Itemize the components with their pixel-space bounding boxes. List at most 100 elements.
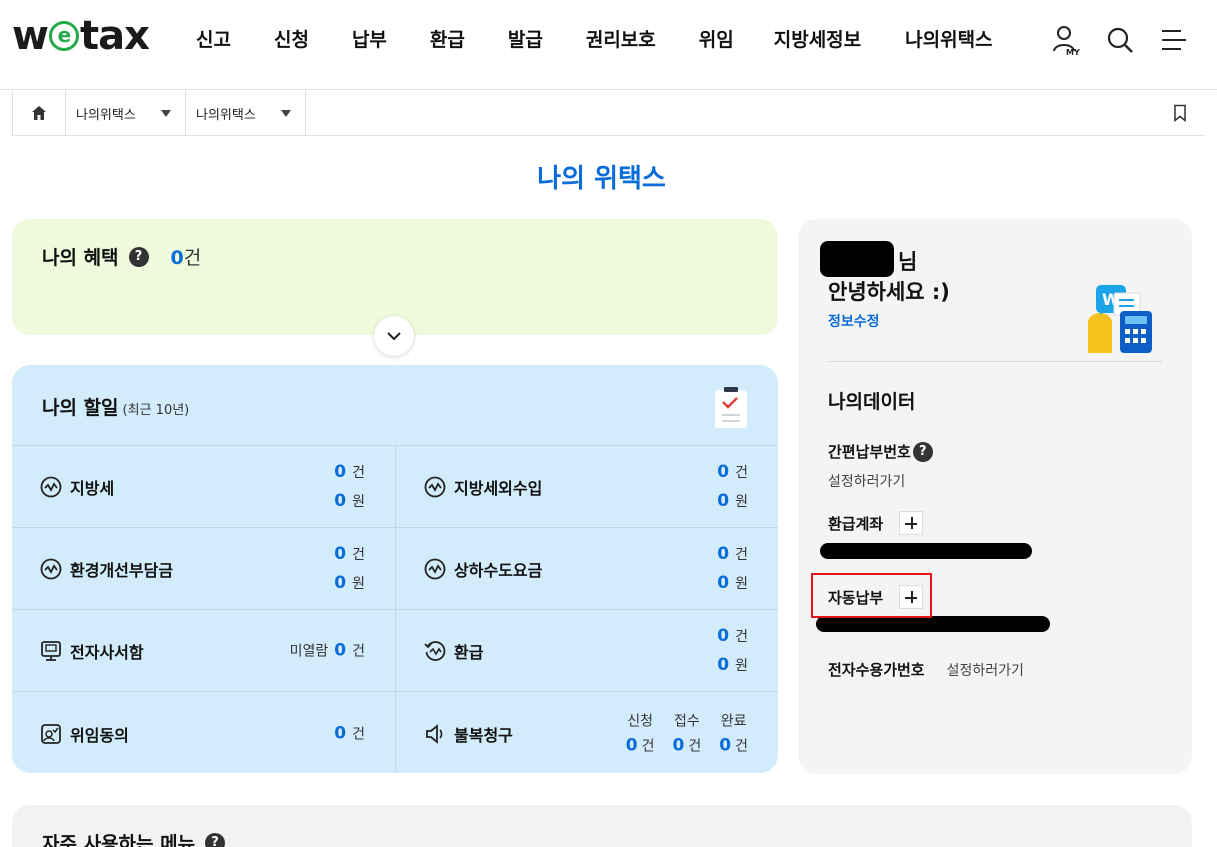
count-num: 0: [717, 461, 730, 482]
home-icon[interactable]: [12, 91, 66, 135]
todo-item-label: 환급: [424, 639, 483, 663]
todo-values: 0건 0원: [717, 540, 748, 598]
wave-circle-icon: [424, 476, 446, 497]
todo-label-text: 전자사서함: [70, 642, 144, 662]
nav-my-wetax[interactable]: 나의위택스: [905, 26, 992, 54]
help-icon[interactable]: ?: [128, 246, 149, 267]
easy-pay-setup-link[interactable]: 설정하러가기: [828, 471, 905, 491]
count-unit: 건: [352, 464, 365, 481]
claim-head: 접수: [674, 713, 700, 729]
todo-values: 0건 0원: [717, 458, 748, 516]
todo-item-label: 지방세외수입: [424, 475, 542, 499]
todo-objection-claim[interactable]: 불복청구 신청 0 건 접수 0 건 완료 0 건: [395, 692, 778, 773]
todo-subtitle: (최근 10년): [122, 403, 190, 418]
redacted-name: [820, 241, 894, 277]
todo-delegation-consent[interactable]: 위임동의 0건: [12, 692, 395, 773]
main-nav: 신고 신청 납부 환급 발급 권리보호 위임 지방세정보 나의위택스: [196, 26, 993, 54]
amount-unit: 원: [735, 493, 748, 510]
nav-local-tax-info[interactable]: 지방세정보: [774, 26, 861, 54]
count-unit: 건: [735, 628, 748, 645]
nav-apply[interactable]: 신청: [274, 26, 309, 54]
clipboard-icon: [714, 387, 748, 433]
todo-title: 나의 할일 (최근 10년): [42, 393, 189, 420]
e-consent-row: 전자수용가번호 설정하러가기: [828, 659, 1024, 680]
benefit-count: 0건: [171, 243, 202, 270]
search-icon[interactable]: [1105, 24, 1135, 56]
todo-row: 환경개선부담금 0건 0원 상하수도요금 0건 0원: [12, 527, 778, 609]
amount-num: 0: [717, 572, 730, 593]
todo-local-tax[interactable]: 지방세 0건 0원: [12, 446, 395, 527]
todo-label-text: 위임동의: [70, 725, 129, 745]
todo-label-text: 지방세: [70, 478, 115, 498]
breadcrumb-dropdown-2[interactable]: 나의위택스: [186, 91, 306, 135]
todo-water-fee[interactable]: 상하수도요금 0건 0원: [395, 528, 778, 609]
nav-refund[interactable]: 환급: [430, 26, 465, 54]
todo-header: 나의 할일 (최근 10년): [12, 365, 778, 445]
user-panel: 님 안녕하세요 :) 정보수정 W 나의데이터 간편납부번호 ? 설정하러가기 …: [798, 219, 1192, 774]
todo-non-tax-revenue[interactable]: 지방세외수입 0건 0원: [395, 446, 778, 527]
count-num: 0: [672, 735, 685, 755]
amount-unit: 원: [735, 657, 748, 674]
benefit-title-row: 나의 혜택 ? 0건: [42, 243, 201, 270]
refund-account-row: 환급계좌: [828, 511, 924, 535]
divider: [828, 361, 1162, 362]
wave-circle-icon: [40, 558, 62, 579]
count-num: 0: [334, 461, 347, 482]
todo-label-text: 상하수도요금: [454, 560, 543, 580]
claim-received: 접수 0 건: [673, 709, 702, 758]
todo-item-label: 상하수도요금: [424, 557, 542, 581]
count-unit: 건: [735, 738, 748, 754]
todo-label-text: 환급: [454, 642, 484, 662]
header-icons: MY: [1051, 24, 1189, 57]
help-icon[interactable]: ?: [205, 832, 226, 847]
monitor-icon: [41, 640, 61, 661]
chevron-down-icon: [281, 109, 291, 117]
menu-icon[interactable]: [1159, 24, 1189, 56]
todo-values: 0건: [334, 722, 365, 745]
nav-report[interactable]: 신고: [196, 26, 231, 54]
todo-title-text: 나의 할일: [42, 397, 119, 419]
add-refund-account-icon[interactable]: [899, 511, 924, 535]
chevron-down-icon: [161, 109, 171, 117]
my-icon[interactable]: MY: [1051, 24, 1081, 57]
count-unit: 건: [352, 643, 365, 659]
todo-row: 지방세 0건 0원 지방세외수입 0건 0원: [12, 445, 778, 527]
claim-head: 신청: [627, 713, 654, 729]
todo-grid: 지방세 0건 0원 지방세외수입 0건 0원 환경개선부담금 0 건 0 원 상…: [12, 445, 778, 773]
edit-info-link[interactable]: 정보수정: [828, 311, 880, 331]
todo-item-label: 환경개선부담금: [40, 557, 173, 581]
amount-num: 0: [717, 490, 730, 511]
count-num: 0: [719, 735, 732, 755]
bookmark-icon[interactable]: [1173, 104, 1187, 126]
todo-values: 0건 0원: [717, 622, 748, 680]
claim-status-columns: 신청 0 건 접수 0 건 완료 0 건: [626, 709, 748, 758]
todo-environment-charge[interactable]: 환경개선부담금 0건 0원: [12, 528, 395, 609]
count-num: 0: [717, 543, 730, 564]
expand-benefit-button[interactable]: [374, 316, 414, 356]
highlight-box: [811, 573, 932, 618]
count-num: 0: [334, 723, 347, 743]
count-unit: 건: [641, 738, 655, 754]
frequent-menu-title-row: 자주 사용하는 메뉴 ?: [42, 829, 226, 847]
nav-delegate[interactable]: 위임: [699, 26, 734, 54]
todo-label-text: 환경개선부담금: [70, 560, 174, 580]
nav-rights[interactable]: 권리보호: [586, 26, 656, 54]
megaphone-icon: [426, 723, 443, 744]
wetax-logo[interactable]: w e tax: [12, 16, 150, 56]
todo-e-mailbox[interactable]: 전자사서함 미열람 0 건: [12, 610, 395, 691]
todo-refund[interactable]: 환급 0건 0원: [395, 610, 778, 691]
logo-e-circle: e: [48, 21, 79, 51]
greeting-text: 안녕하세요 :): [828, 280, 950, 304]
e-consent-setup-link[interactable]: 설정하러가기: [947, 660, 1024, 680]
todo-label-text: 지방세외수입: [454, 478, 543, 498]
todo-item-label: 지방세: [40, 475, 114, 499]
chevron-down-icon: [387, 332, 401, 341]
todo-item-label: 위임동의: [40, 722, 129, 746]
nav-pay[interactable]: 납부: [352, 26, 387, 54]
claim-head: 완료: [720, 713, 747, 729]
nav-issue[interactable]: 발급: [508, 26, 543, 54]
help-icon[interactable]: ?: [912, 441, 933, 462]
count-num: 0: [717, 625, 730, 646]
breadcrumb-dropdown-1[interactable]: 나의위택스: [66, 91, 186, 135]
count-unit: 건: [688, 738, 702, 754]
